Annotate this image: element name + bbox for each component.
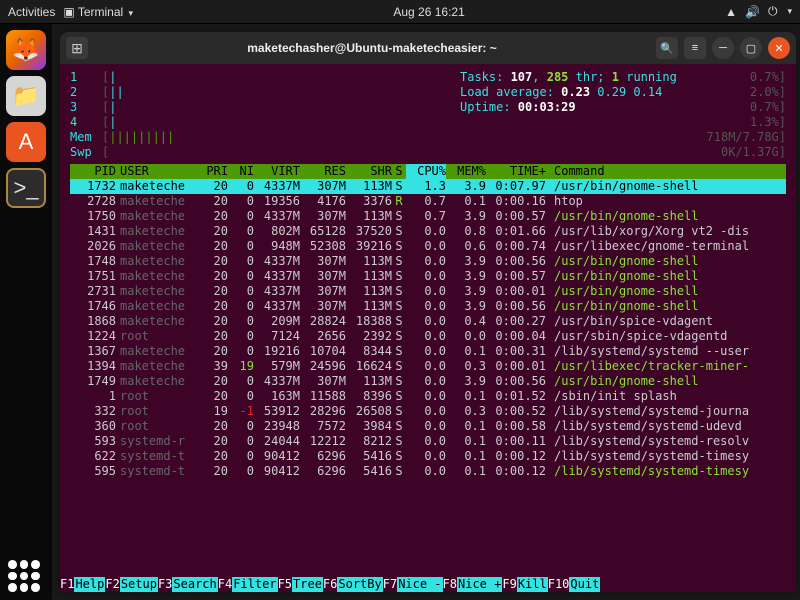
- fkey-F4[interactable]: F4: [218, 577, 232, 592]
- fkey-label: Quit: [569, 577, 600, 592]
- fkey-label: Filter: [232, 577, 277, 592]
- fkey-F1[interactable]: F1: [60, 577, 74, 592]
- fkey-label: Help: [74, 577, 105, 592]
- process-row[interactable]: 1394maketeche3919579M2459616624S0.00.30:…: [70, 359, 786, 374]
- close-button[interactable]: ✕: [768, 37, 790, 59]
- cpu-meter: 3[|0.7%]: [70, 100, 786, 115]
- fkey-label: SortBy: [337, 577, 382, 592]
- swap-meter: Swp[0K/1.37G]: [70, 145, 786, 160]
- terminal-window: ⊞ maketechasher@Ubuntu-maketecheasier: ~…: [60, 32, 796, 592]
- fkey-F10[interactable]: F10: [548, 577, 570, 592]
- clock[interactable]: Aug 26 16:21: [133, 5, 725, 19]
- process-row[interactable]: 360root2002394875723984S0.00.10:00.58/li…: [70, 419, 786, 434]
- fkey-F8[interactable]: F8: [443, 577, 457, 592]
- maximize-button[interactable]: ▢: [740, 37, 762, 59]
- dock: 🦊 📁 A >_: [0, 24, 52, 600]
- fkey-label: Setup: [120, 577, 158, 592]
- fkey-F3[interactable]: F3: [158, 577, 172, 592]
- dock-software[interactable]: A: [6, 122, 46, 162]
- fkey-label: Nice +: [457, 577, 502, 592]
- volume-icon[interactable]: 🔊: [745, 5, 760, 19]
- terminal-app-menu[interactable]: ▣ Terminal ▾: [63, 5, 133, 19]
- system-summary: Tasks: 107, 285 thr; 1 running Load aver…: [460, 70, 677, 115]
- process-row[interactable]: 1749maketeche2004337M307M113MS0.03.90:00…: [70, 374, 786, 389]
- process-row[interactable]: 1868maketeche200209M2882418388S0.00.40:0…: [70, 314, 786, 329]
- dock-terminal[interactable]: >_: [6, 168, 46, 208]
- window-titlebar: ⊞ maketechasher@Ubuntu-maketecheasier: ~…: [60, 32, 796, 64]
- process-header[interactable]: PIDUSERPRINIVIRTRESSHRSCPU%MEM%TIME+Comm…: [70, 164, 786, 179]
- dock-files[interactable]: 📁: [6, 76, 46, 116]
- window-title: maketechasher@Ubuntu-maketecheasier: ~: [94, 41, 650, 55]
- process-row[interactable]: 595systemd-t2009041262965416S0.00.10:00.…: [70, 464, 786, 479]
- process-row[interactable]: 2728maketeche2001935641763376R0.70.10:00…: [70, 194, 786, 209]
- fkey-label: Kill: [517, 577, 548, 592]
- process-list[interactable]: 1732maketeche2004337M307M113MS1.33.90:07…: [70, 179, 786, 479]
- menu-button[interactable]: ≡: [684, 37, 706, 59]
- chevron-down-icon: ▾: [787, 6, 792, 17]
- process-row[interactable]: 1746maketeche2004337M307M113MS0.03.90:00…: [70, 299, 786, 314]
- process-row[interactable]: 2026maketeche200948M5230839216S0.00.60:0…: [70, 239, 786, 254]
- cpu-meter: 2[||2.0%]: [70, 85, 786, 100]
- process-row[interactable]: 622systemd-t2009041262965416S0.00.10:00.…: [70, 449, 786, 464]
- fkey-label: Tree: [292, 577, 323, 592]
- function-key-bar: F1Help F2Setup F3SearchF4FilterF5Tree F6…: [60, 577, 796, 592]
- process-row[interactable]: 1732maketeche2004337M307M113MS1.33.90:07…: [70, 179, 786, 194]
- cpu-meter: 4[|1.3%]: [70, 115, 786, 130]
- process-row[interactable]: 1751maketeche2004337M307M113MS0.03.90:00…: [70, 269, 786, 284]
- process-row[interactable]: 1748maketeche2004337M307M113MS0.03.90:00…: [70, 254, 786, 269]
- dock-show-apps[interactable]: [8, 560, 40, 592]
- process-row[interactable]: 332root19-1539122829626508S0.00.30:00.52…: [70, 404, 786, 419]
- cpu-meter: 1[|0.7%]: [70, 70, 786, 85]
- process-row[interactable]: 1367maketeche20019216107048344S0.00.10:0…: [70, 344, 786, 359]
- fkey-F6[interactable]: F6: [323, 577, 337, 592]
- process-row[interactable]: 2731maketeche2004337M307M113MS0.03.90:00…: [70, 284, 786, 299]
- process-row[interactable]: 1root200163M115888396S0.00.10:01.52/sbin…: [70, 389, 786, 404]
- system-top-bar: Activities ▣ Terminal ▾ Aug 26 16:21 ▲ 🔊…: [0, 0, 800, 24]
- terminal-output[interactable]: 1[|0.7%]2[||2.0%]3[|0.7%]4[|1.3%]Mem[|||…: [60, 64, 796, 592]
- process-row[interactable]: 1224root200712426562392S0.00.00:00.04/us…: [70, 329, 786, 344]
- fkey-F7[interactable]: F7: [383, 577, 397, 592]
- process-row[interactable]: 593systemd-r20024044122128212S0.00.10:00…: [70, 434, 786, 449]
- fkey-label: Search: [172, 577, 217, 592]
- search-button[interactable]: 🔍: [656, 37, 678, 59]
- fkey-label: Nice -: [397, 577, 442, 592]
- network-icon[interactable]: ▲: [725, 5, 737, 19]
- fkey-F2[interactable]: F2: [105, 577, 119, 592]
- fkey-F9[interactable]: F9: [502, 577, 516, 592]
- power-icon[interactable]: ⏻: [768, 4, 778, 19]
- process-row[interactable]: 1431maketeche200802M6512837520S0.00.80:0…: [70, 224, 786, 239]
- fkey-F5[interactable]: F5: [278, 577, 292, 592]
- activities-button[interactable]: Activities: [8, 5, 55, 19]
- minimize-button[interactable]: ─: [712, 37, 734, 59]
- dock-firefox[interactable]: 🦊: [6, 30, 46, 70]
- new-tab-button[interactable]: ⊞: [66, 37, 88, 59]
- process-row[interactable]: 1750maketeche2004337M307M113MS0.73.90:00…: [70, 209, 786, 224]
- mem-meter: Mem[|||||||||718M/7.78G]: [70, 130, 786, 145]
